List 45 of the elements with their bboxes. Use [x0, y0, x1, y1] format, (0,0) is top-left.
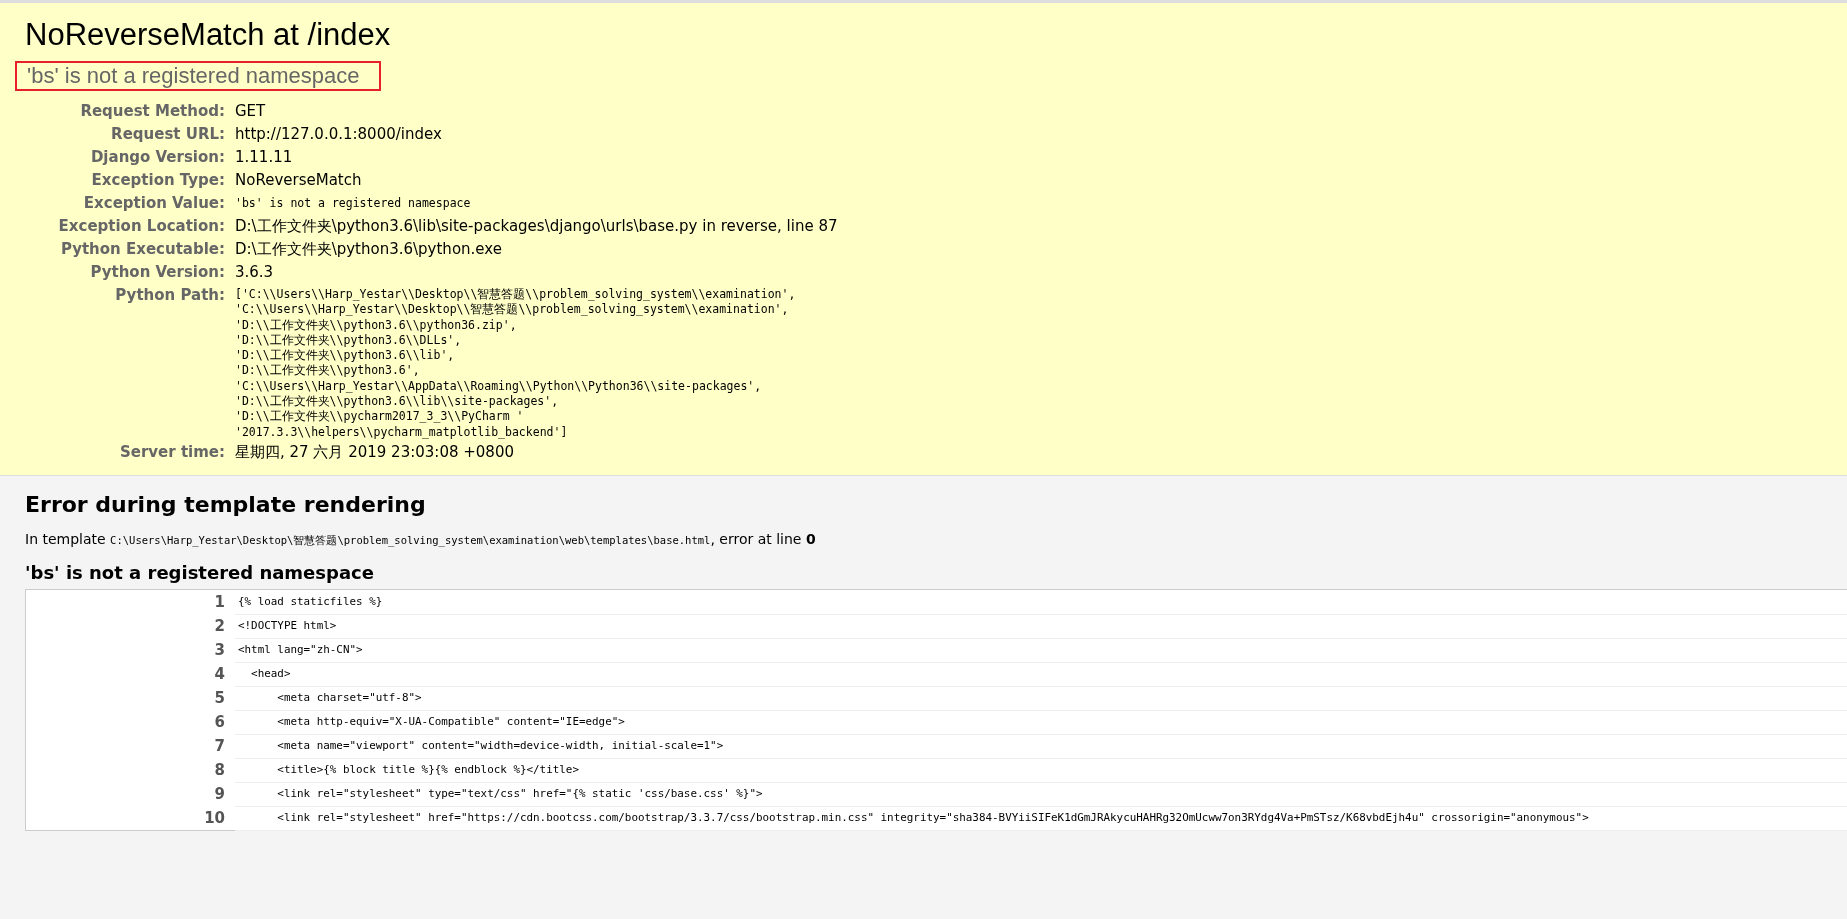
- line-number: 8: [213, 759, 226, 781]
- page-title: NoReverseMatch at /index: [25, 17, 392, 53]
- template-error-message: 'bs' is not a registered namespace: [25, 561, 375, 583]
- source-line: <head>: [235, 661, 1847, 687]
- meta-label: Python Executable:: [59, 239, 225, 260]
- section-heading: Error during template rendering: [25, 491, 427, 517]
- meta-value: 'bs' is not a registered namespace: [235, 195, 472, 212]
- meta-value: GET: [235, 101, 267, 122]
- source-line: {% load staticfiles %}: [235, 589, 1847, 615]
- source-line: <meta charset="utf-8">: [235, 685, 1847, 711]
- meta-value: D:\工作文件夹\python3.6\lib\site-packages\django\urls\base.py in reverse, line 87: [235, 216, 839, 237]
- meta-value: NoReverseMatch: [235, 170, 363, 191]
- template-error-sentence: In template C:\Users\Harp_Yestar\Desktop\智慧答题\problem_solving_system\examination\web\templates\base.html, error at line 0: [25, 530, 817, 548]
- line-number: 3: [213, 639, 226, 661]
- meta-label: Request URL:: [110, 124, 225, 145]
- line-number: 7: [213, 735, 226, 757]
- meta-label: Python Path:: [114, 285, 225, 306]
- source-line: <meta http-equiv="X-UA-Compatible" content="IE=edge">: [235, 709, 1847, 735]
- source-line: <html lang="zh-CN">: [235, 637, 1847, 663]
- line-number: 1: [213, 591, 226, 613]
- line-number: 4: [213, 663, 226, 685]
- line-number: 2: [213, 615, 226, 637]
- meta-label: Server time:: [118, 441, 225, 463]
- source-line: <title>{% block title %}{% endblock %}</title>: [235, 757, 1847, 783]
- meta-value: 1.11.11: [235, 147, 294, 168]
- meta-value: http://127.0.0.1:8000/index: [235, 124, 443, 145]
- meta-label: Python Version:: [89, 262, 225, 283]
- source-line: <link rel="stylesheet" type="text/css" href="{% static 'css/base.css' %}">: [235, 781, 1847, 807]
- line-number: 9: [213, 783, 226, 805]
- error-subtitle: 'bs' is not a registered namespace: [15, 61, 382, 91]
- meta-label: Exception Value:: [82, 193, 225, 214]
- line-number: 10: [203, 807, 226, 829]
- meta-value: 星期四, 27 六月 2019 23:03:08 +0800: [235, 441, 515, 463]
- meta-label: Request Method:: [79, 101, 225, 122]
- meta-value: D:\工作文件夹\python3.6\python.exe: [235, 239, 503, 260]
- source-line: <meta name="viewport" content="width=device-width, initial-scale=1">: [235, 733, 1847, 759]
- source-line: <!DOCTYPE html>: [235, 613, 1847, 639]
- meta-label: Exception Location:: [57, 216, 225, 237]
- meta-value: 3.6.3: [235, 262, 275, 283]
- line-number: 5: [213, 687, 226, 709]
- line-number: 6: [213, 711, 226, 733]
- python-path-list: ['C:\\Users\\Harp_Yestar\\Desktop\\智慧答题\\problem_solving_system\\examination', 'C:\\Users\\Harp_Yestar\\Desktop\\智慧答题\\problem_solving_system\\examination', 'D:\\工作文件夹\\python3.6\\python36.zip', 'D:\\工作文件夹\\python3.6\\DLLs', 'D:\\工作文件夹\\python3.6\\lib', 'D:\\工作文件夹\\python3.6', 'C:\\Users\\Harp_Yestar\\AppData\\Roaming\\Python\\Python36\\site-packages', 'D:\\工作文件夹\\python3.6\\lib\\site-packages', 'D:\\工作文件夹\\pycharm2017_3_3\\PyCharm ' '2017.3.3\\helpers\\pycharm_matplotlib_backend']: [235, 285, 1822, 440]
- meta-label: Django Version:: [89, 147, 225, 168]
- source-line: <link rel="stylesheet" href="https://cdn.bootcss.com/bootstrap/3.3.7/css/bootstrap.min.css" integrity="sha384-BVYiiSIFeK1dGmJRAkycuHAHRg32OmUcww7on3RYdg4Va+PmSTsz/K68vbdEjh4u" crossorigin="anonymous">: [235, 805, 1847, 831]
- meta-label: Exception Type:: [90, 170, 225, 191]
